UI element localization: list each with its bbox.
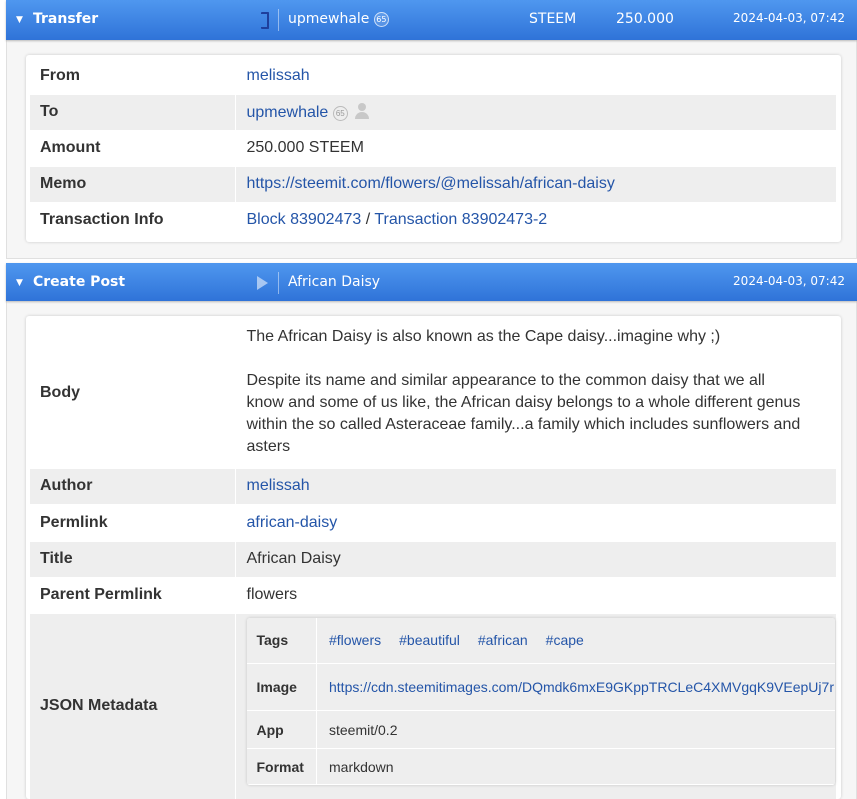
- header-timestamp: 2024-04-03, 07:42: [733, 274, 845, 288]
- post-body-text: The African Daisy is also known as the C…: [247, 324, 837, 462]
- table-row: Parent Permlink flowers: [30, 577, 836, 614]
- meta-key: Format: [246, 748, 317, 785]
- row-key: Body: [30, 319, 236, 469]
- meta-key: Image: [246, 663, 317, 711]
- row-key: Amount: [30, 130, 236, 167]
- create-post-header[interactable]: ▼ Create Post African Daisy 2024-04-03, …: [6, 263, 857, 301]
- row-key: From: [30, 58, 236, 95]
- permlink-link[interactable]: african-daisy: [247, 514, 338, 531]
- title-value: African Daisy: [235, 541, 836, 578]
- app-value: steemit/0.2: [316, 710, 835, 749]
- table-row: Transaction Info Block 83902473 / Transa…: [30, 202, 836, 239]
- json-metadata-table: Tags #flowers #beautiful #african #cape Ima…: [246, 617, 835, 785]
- collapse-caret-icon[interactable]: ▼: [16, 278, 23, 288]
- header-user[interactable]: upmewhale 65: [288, 11, 389, 27]
- table-row: JSON Metadata Tags #flowers #beautiful #af…: [30, 613, 836, 799]
- table-row: From melissah: [30, 58, 836, 95]
- format-value: markdown: [316, 748, 835, 785]
- collapse-caret-icon[interactable]: ▼: [16, 15, 23, 25]
- table-row: Permlink african-daisy: [30, 504, 836, 542]
- row-key: To: [30, 94, 236, 131]
- from-user-link[interactable]: melissah: [247, 67, 310, 84]
- table-row: Format markdown: [246, 748, 835, 785]
- header-divider: [278, 272, 279, 294]
- post-details-table: Body The African Daisy is also known as …: [30, 319, 836, 799]
- operation-type: Create Post: [33, 274, 126, 290]
- operation-type: Transfer: [33, 11, 99, 27]
- tag-link[interactable]: #beautiful: [399, 632, 460, 648]
- header-post-title[interactable]: African Daisy: [288, 274, 380, 290]
- tag-link[interactable]: #african: [478, 632, 528, 648]
- transfer-details-table: From melissah To upmewhale 65 Amount 250…: [30, 58, 836, 239]
- transfer-details-card: From melissah To upmewhale 65 Amount 250…: [26, 55, 841, 242]
- amount-value: 250.000 STEEM: [235, 130, 836, 167]
- body-paragraph: Despite its name and similar appearance …: [246, 372, 801, 456]
- table-row: Image https://cdn.steemitimages.com/DQmd…: [246, 663, 835, 711]
- to-user-link[interactable]: upmewhale: [247, 104, 329, 121]
- bracket-icon: [261, 12, 269, 29]
- row-key: Title: [30, 541, 236, 578]
- table-row: Body The African Daisy is also known as …: [30, 319, 837, 469]
- json-metadata-panel: Tags #flowers #beautiful #african #cape Ima…: [246, 617, 835, 785]
- meta-key: App: [246, 710, 317, 749]
- link-separator: /: [365, 211, 371, 228]
- reputation-badge: 65: [373, 12, 389, 27]
- parent-permlink-value: flowers: [235, 577, 836, 614]
- header-amount: 250.000: [616, 11, 674, 27]
- table-row: App steemit/0.2: [246, 710, 835, 749]
- image-url-link[interactable]: https://cdn.steemitimages.com/DQmdk6mxE9…: [329, 679, 835, 695]
- table-row: Tags #flowers #beautiful #african #cape: [246, 617, 835, 664]
- table-row: Author melissah: [30, 468, 836, 505]
- tag-link[interactable]: #cape: [546, 632, 584, 648]
- row-key: JSON Metadata: [30, 613, 236, 799]
- memo-link[interactable]: https://steemit.com/flowers/@melissah/af…: [247, 175, 615, 192]
- tags-list: #flowers #beautiful #african #cape: [316, 617, 835, 664]
- row-key: Author: [30, 468, 236, 505]
- transfer-header[interactable]: ▼ Transfer upmewhale 65 STEEM 250.000 20…: [6, 0, 857, 40]
- reputation-badge: 65: [332, 105, 348, 121]
- header-username[interactable]: upmewhale: [288, 11, 369, 27]
- play-icon: [257, 276, 268, 290]
- table-row: Memo https://steemit.com/flowers/@meliss…: [30, 166, 836, 203]
- tag-link[interactable]: #flowers: [329, 632, 381, 648]
- table-row: Title African Daisy: [30, 541, 836, 578]
- body-paragraph: The African Daisy is also known as the C…: [246, 328, 721, 346]
- post-details-card: Body The African Daisy is also known as …: [26, 316, 841, 799]
- user-icon[interactable]: [354, 102, 370, 119]
- row-key: Transaction Info: [30, 202, 236, 239]
- table-row: Amount 250.000 STEEM: [30, 130, 836, 167]
- row-key: Permlink: [30, 504, 236, 542]
- header-asset: STEEM: [529, 11, 577, 27]
- transaction-link[interactable]: Transaction 83902473-2: [374, 211, 547, 228]
- block-link[interactable]: Block 83902473: [247, 211, 362, 228]
- header-divider: [278, 9, 279, 31]
- table-row: To upmewhale 65: [30, 94, 836, 131]
- row-key: Memo: [30, 166, 236, 203]
- row-key: Parent Permlink: [30, 577, 236, 614]
- header-timestamp: 2024-04-03, 07:42: [733, 11, 845, 25]
- author-link[interactable]: melissah: [247, 477, 310, 494]
- meta-key: Tags: [246, 617, 317, 664]
